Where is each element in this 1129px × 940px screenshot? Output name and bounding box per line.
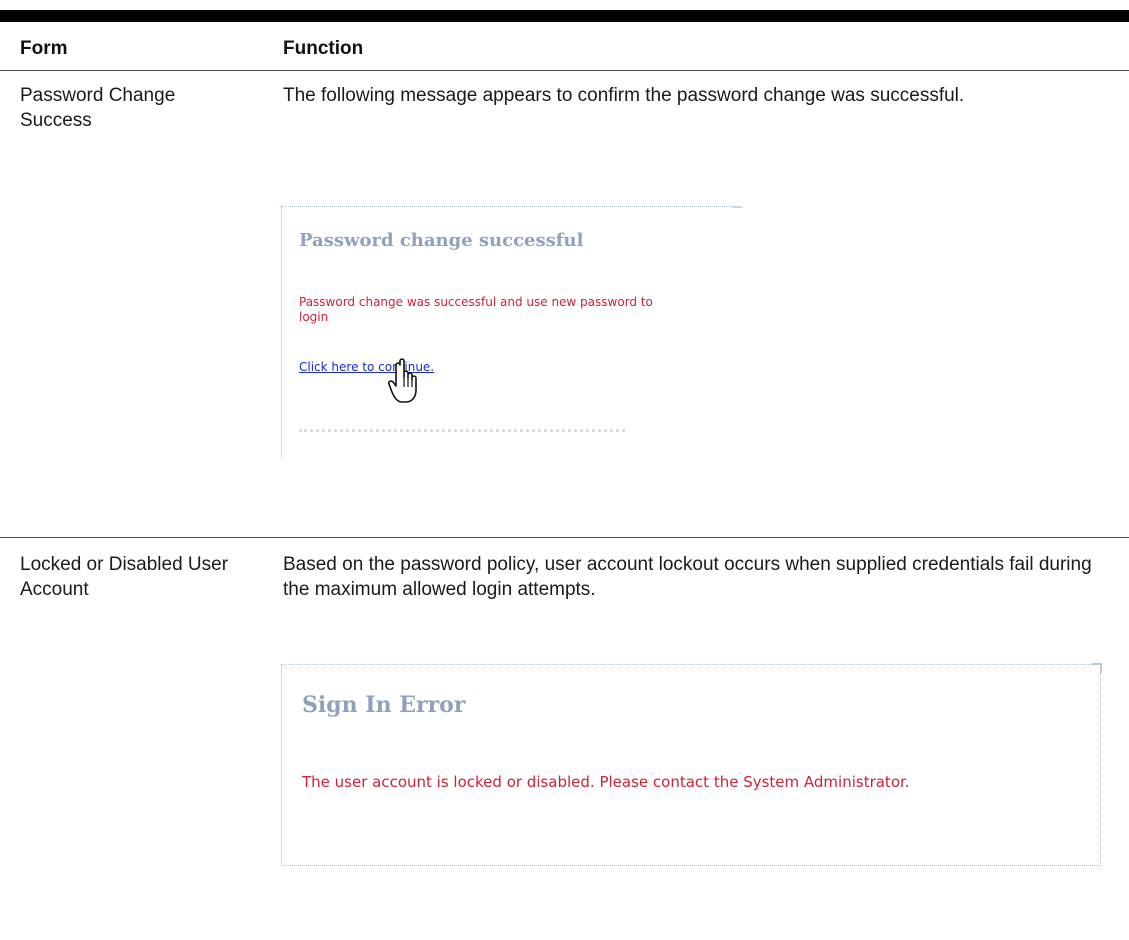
- screenshot-corner: [732, 206, 742, 214]
- header-divider: [0, 70, 1129, 71]
- hand-pointer-icon: [388, 358, 417, 403]
- column-header-function: Function: [283, 38, 364, 59]
- screenshot-corner: [1092, 663, 1102, 673]
- row-divider: [0, 537, 1129, 538]
- sign-in-error-screenshot: Sign In Error The user account is locked…: [281, 663, 1102, 866]
- row-1-function-cell: The following message appears to confirm…: [283, 85, 965, 106]
- table-top-rule: [0, 10, 1129, 22]
- row-2-form-cell: Locked or Disabled User Account: [20, 554, 229, 600]
- screenshot-title: Sign In Error: [302, 692, 466, 718]
- row-1-form-cell: Password Change Success: [20, 85, 176, 131]
- screenshot-message: The user account is locked or disabled. …: [302, 773, 910, 791]
- row-2-function-cell: Based on the password policy, user accou…: [283, 554, 1092, 600]
- password-change-screenshot: Password change successful Password chan…: [281, 206, 742, 458]
- column-header-form: Form: [20, 38, 68, 59]
- screenshot-bottom-rule: [299, 429, 625, 432]
- screenshot-title: Password change successful: [299, 230, 584, 251]
- screenshot-message: Password change was successful and use n…: [299, 295, 653, 324]
